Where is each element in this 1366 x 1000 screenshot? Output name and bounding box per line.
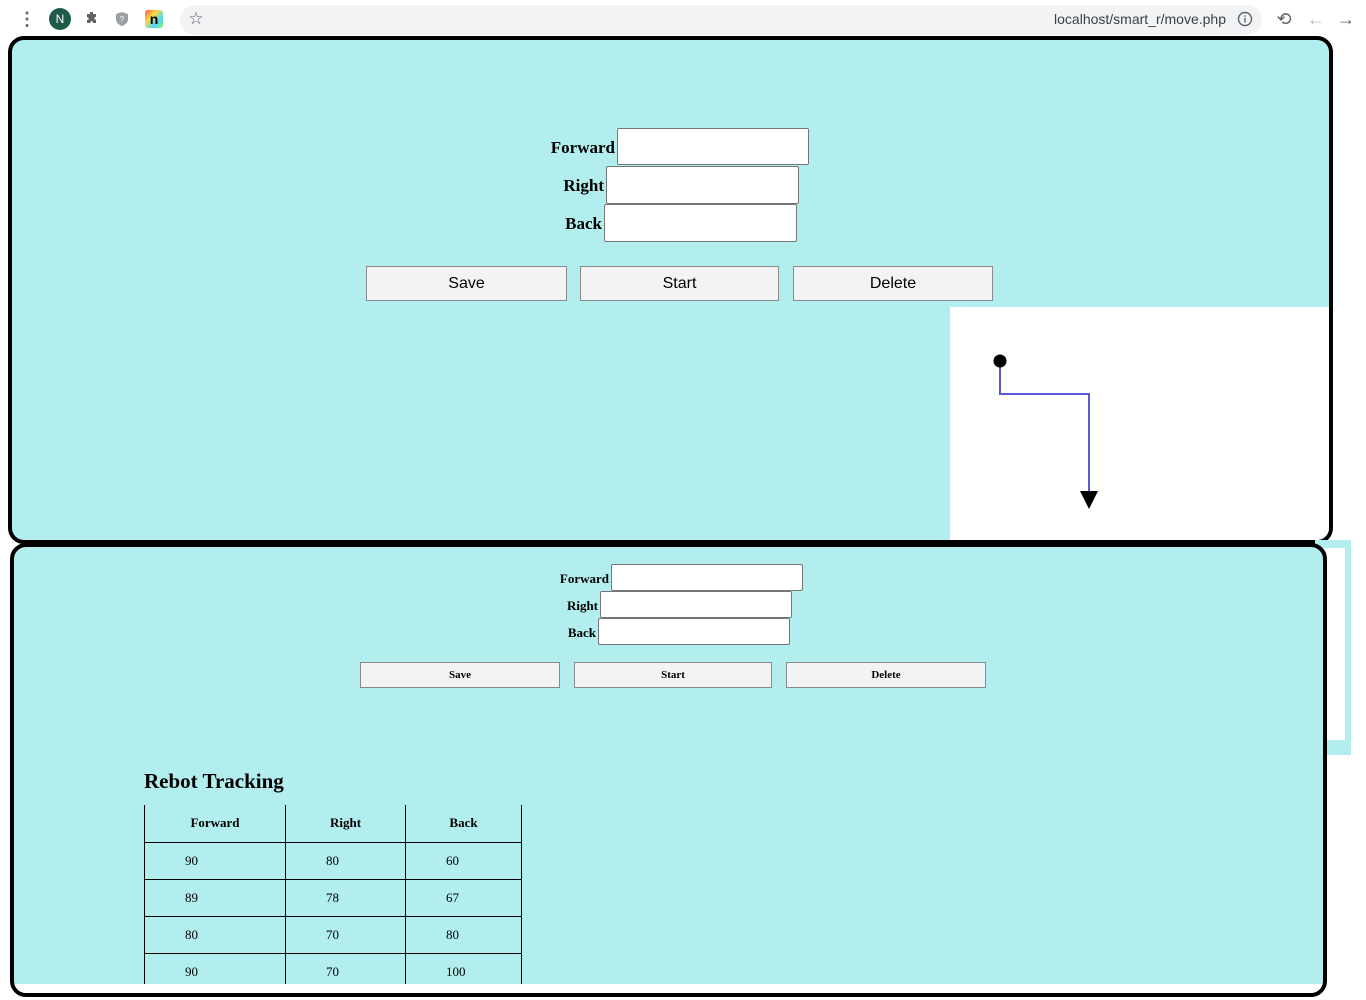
back-input-2[interactable] <box>598 618 790 645</box>
save-button[interactable]: Save <box>366 266 567 301</box>
forward-input[interactable] <box>617 128 809 165</box>
url-text[interactable]: localhost/smart_r/move.php <box>1054 11 1226 27</box>
extension-letter: n <box>149 11 159 27</box>
browser-toolbar: ⋮ N ? n ☆ localhost/smart_r/move.php ⟲ ←… <box>0 0 1366 38</box>
robot-path-line <box>999 362 1090 497</box>
panel-bottom-edge <box>14 984 1323 993</box>
bookmark-star-icon[interactable]: ☆ <box>186 8 206 30</box>
move-panel-primary: Forward Right Back Save Start Delete <box>8 36 1333 544</box>
col-header-right: Right <box>285 805 406 843</box>
delete-button[interactable]: Delete <box>793 266 993 301</box>
cell-right: 80 <box>285 841 406 880</box>
reload-icon[interactable]: ⟲ <box>1274 8 1294 30</box>
forward-label: Forward <box>550 138 615 157</box>
move-panel-secondary: Forward Right Back Save Start Delete Reb… <box>10 543 1327 997</box>
more-menu-icon[interactable]: ⋮ <box>18 8 36 30</box>
site-info-icon[interactable] <box>1236 8 1254 30</box>
profile-avatar[interactable]: N <box>49 8 71 30</box>
cell-back: 60 <box>405 841 522 880</box>
extensions-puzzle-icon[interactable] <box>82 8 102 30</box>
robot-path-drawing <box>993 354 1098 509</box>
cell-right: 70 <box>285 915 406 954</box>
forward-label-2: Forward <box>559 571 609 586</box>
back-input[interactable] <box>604 204 797 242</box>
tracking-table: Forward Right Back 90 80 60 89 78 67 80 … <box>144 805 522 991</box>
robot-end-arrow <box>1080 491 1098 509</box>
back-label-2: Back <box>567 625 596 640</box>
col-header-forward: Forward <box>144 805 286 843</box>
cell-back: 80 <box>405 915 522 954</box>
tracking-title: Rebot Tracking <box>144 769 284 793</box>
cell-forward: 80 <box>144 915 286 954</box>
col-header-back: Back <box>405 805 522 843</box>
start-button-2[interactable]: Start <box>574 662 772 688</box>
tracking-header-row: Forward Right Back <box>144 805 522 843</box>
svg-text:?: ? <box>120 15 125 24</box>
right-input-2[interactable] <box>600 591 792 618</box>
back-arrow-icon[interactable]: ← <box>1306 8 1326 30</box>
robot-start-marker <box>993 354 1007 368</box>
right-label: Right <box>563 176 604 195</box>
table-row: 89 78 67 <box>144 878 522 917</box>
avatar-letter: N <box>55 12 65 26</box>
delete-button-2[interactable]: Delete <box>786 662 986 688</box>
right-label-2: Right <box>566 598 598 613</box>
cell-right: 78 <box>285 878 406 917</box>
extension-n-icon[interactable]: n <box>145 10 163 28</box>
cell-back: 67 <box>405 878 522 917</box>
cell-forward: 90 <box>144 841 286 880</box>
right-input[interactable] <box>606 166 799 204</box>
privacy-shield-icon[interactable]: ? <box>113 8 131 30</box>
robot-path-canvas <box>950 307 1329 540</box>
forward-input-2[interactable] <box>611 564 803 591</box>
start-button[interactable]: Start <box>580 266 779 301</box>
table-row: 90 80 60 <box>144 841 522 880</box>
back-label: Back <box>565 214 602 233</box>
save-button-2[interactable]: Save <box>360 662 560 688</box>
forward-arrow-icon[interactable]: → <box>1336 8 1356 30</box>
cell-forward: 89 <box>144 878 286 917</box>
table-row: 80 70 80 <box>144 915 522 954</box>
